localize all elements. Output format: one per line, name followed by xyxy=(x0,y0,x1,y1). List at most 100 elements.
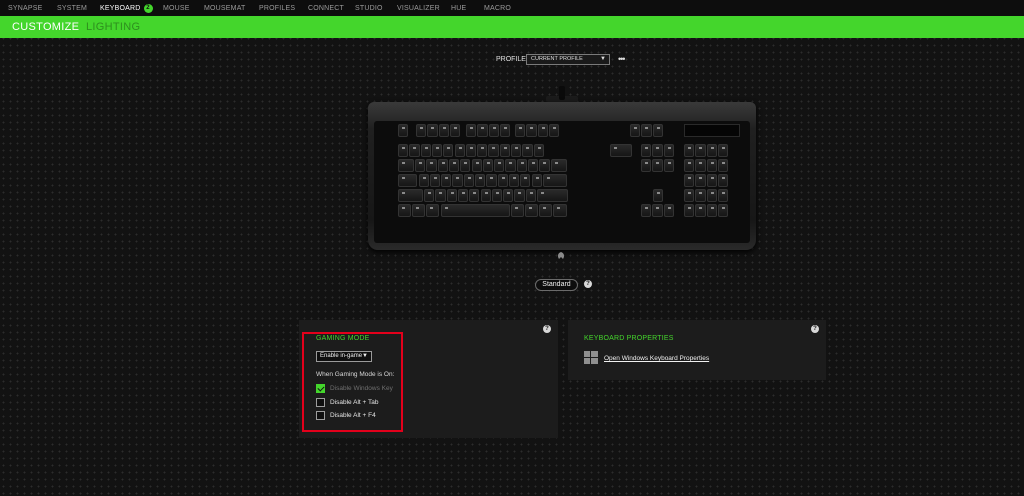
keycap[interactable] xyxy=(454,144,465,157)
keycap[interactable] xyxy=(499,124,511,137)
keycap[interactable] xyxy=(424,189,435,202)
keycap[interactable] xyxy=(460,159,471,172)
keycap[interactable] xyxy=(533,144,544,157)
keycap[interactable] xyxy=(488,124,499,137)
keycap[interactable] xyxy=(684,189,695,202)
keycap[interactable] xyxy=(499,144,510,157)
keycap[interactable] xyxy=(446,189,457,202)
keycap[interactable] xyxy=(539,159,550,172)
help-icon[interactable]: ? xyxy=(543,325,551,333)
keycap[interactable] xyxy=(663,204,674,217)
keycap[interactable] xyxy=(398,124,409,137)
keycap[interactable] xyxy=(415,159,426,172)
keycap[interactable] xyxy=(457,189,469,202)
tab-customize[interactable]: CUSTOMIZE xyxy=(12,21,79,33)
tab-keyboard[interactable]: KEYBOARD 2 xyxy=(100,0,153,16)
keycap[interactable] xyxy=(652,204,663,217)
keycap[interactable] xyxy=(488,144,499,157)
keycap[interactable] xyxy=(505,159,516,172)
keycap[interactable] xyxy=(471,159,482,172)
keycap[interactable] xyxy=(514,189,525,202)
keycap[interactable] xyxy=(482,159,494,172)
keycap[interactable] xyxy=(475,174,486,187)
keycap[interactable] xyxy=(418,174,429,187)
keycap[interactable] xyxy=(652,124,663,137)
keycap[interactable] xyxy=(706,144,717,157)
keycap[interactable] xyxy=(531,174,542,187)
keycap[interactable] xyxy=(503,189,514,202)
keycap[interactable] xyxy=(548,124,560,137)
keycap[interactable] xyxy=(684,159,695,172)
tab-lighting[interactable]: LIGHTING xyxy=(86,21,140,33)
profile-dropdown[interactable]: CURRENT PROFILE ▼ xyxy=(526,54,610,65)
keycap[interactable] xyxy=(537,189,568,202)
keycap[interactable] xyxy=(706,189,717,202)
keycap[interactable] xyxy=(465,144,477,157)
keycap[interactable] xyxy=(426,159,437,172)
keycap[interactable] xyxy=(543,174,567,187)
keycap[interactable] xyxy=(477,144,488,157)
tab-visualizer[interactable]: VISUALIZER xyxy=(397,0,440,16)
keycap[interactable] xyxy=(717,144,729,157)
keycap[interactable] xyxy=(420,144,431,157)
keycap[interactable] xyxy=(695,144,706,157)
keycap[interactable] xyxy=(443,144,454,157)
keycap[interactable] xyxy=(684,174,695,187)
more-icon[interactable]: ••• xyxy=(618,54,626,64)
keycap[interactable] xyxy=(437,159,448,172)
keycap[interactable] xyxy=(440,204,511,217)
keycap[interactable] xyxy=(663,159,674,172)
keycap[interactable] xyxy=(429,174,441,187)
keyboard-mode-button[interactable]: Standard xyxy=(535,279,578,291)
keycap[interactable] xyxy=(491,189,503,202)
keycap[interactable] xyxy=(486,174,497,187)
tab-mouse[interactable]: MOUSE xyxy=(163,0,190,16)
keycap[interactable] xyxy=(508,174,520,187)
keycap[interactable] xyxy=(706,174,717,187)
keycap[interactable] xyxy=(435,189,446,202)
keycap[interactable] xyxy=(427,124,438,137)
tab-profiles[interactable]: PROFILES xyxy=(259,0,295,16)
keycap[interactable] xyxy=(695,174,706,187)
keycap[interactable] xyxy=(480,189,491,202)
keycap[interactable] xyxy=(641,159,652,172)
tab-connect[interactable]: CONNECT xyxy=(308,0,344,16)
keycap[interactable] xyxy=(641,124,652,137)
keycap[interactable] xyxy=(452,174,463,187)
tab-studio[interactable]: STUDIO xyxy=(355,0,383,16)
keycap[interactable] xyxy=(515,124,526,137)
keycap[interactable] xyxy=(695,159,706,172)
keycap[interactable] xyxy=(494,159,505,172)
keycap[interactable] xyxy=(695,204,706,217)
keycap[interactable] xyxy=(641,144,652,157)
keycap[interactable] xyxy=(516,159,527,172)
keycap[interactable] xyxy=(448,159,460,172)
keycap[interactable] xyxy=(469,189,480,202)
keycap[interactable] xyxy=(412,204,426,217)
keycap[interactable] xyxy=(426,204,440,217)
keycap[interactable] xyxy=(641,204,652,217)
keycap[interactable] xyxy=(463,174,474,187)
keycap[interactable] xyxy=(539,204,553,217)
keycap[interactable] xyxy=(431,144,443,157)
keycap[interactable] xyxy=(706,204,717,217)
help-icon[interactable]: ? xyxy=(811,325,819,333)
keycap[interactable] xyxy=(441,174,452,187)
keycap[interactable] xyxy=(537,124,548,137)
keycap[interactable] xyxy=(684,144,695,157)
open-keyboard-properties-link[interactable]: Open Windows Keyboard Properties xyxy=(604,355,709,362)
tab-synapse[interactable]: SYNAPSE xyxy=(8,0,42,16)
keycap[interactable] xyxy=(398,204,412,217)
keycap[interactable] xyxy=(511,204,525,217)
tab-hue[interactable]: HUE xyxy=(451,0,466,16)
keycap[interactable] xyxy=(398,159,414,172)
keycap[interactable] xyxy=(551,159,567,172)
keycap[interactable] xyxy=(525,204,539,217)
keycap[interactable] xyxy=(398,144,409,157)
keycap[interactable] xyxy=(695,189,706,202)
keycap[interactable] xyxy=(610,144,632,157)
keycap[interactable] xyxy=(398,174,418,187)
tab-system[interactable]: SYSTEM xyxy=(57,0,87,16)
keycap[interactable] xyxy=(652,144,663,157)
keycap[interactable] xyxy=(684,204,695,217)
